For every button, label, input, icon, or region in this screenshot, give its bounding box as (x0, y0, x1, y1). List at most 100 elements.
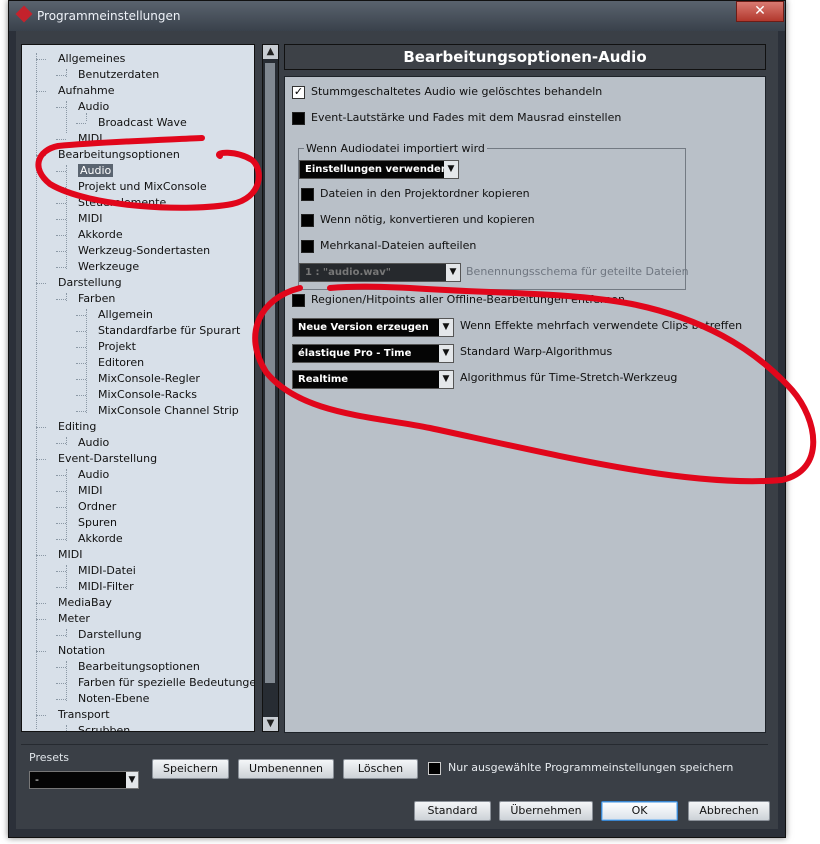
tree-item[interactable]: Farben (78, 291, 115, 307)
scroll-down-icon[interactable]: ▼ (263, 717, 278, 731)
tree-item[interactable]: Akkorde (78, 531, 123, 547)
tree-item-label: Audio (78, 436, 110, 449)
tree-item-label: Werkzeuge (78, 260, 140, 273)
tree-item-label: MediaBay (58, 596, 112, 609)
save-preset-button[interactable]: Speichern (152, 759, 229, 779)
tree-item-label: MIDI-Datei (78, 564, 136, 577)
timestretch-algorithm-label: Algorithmus für Time-Stretch-Werkzeug (460, 371, 678, 384)
tree-item[interactable]: MIDI-Datei (78, 563, 136, 579)
tree-item[interactable]: Allgemeines (58, 51, 125, 67)
tree-item-label: Bearbeitungsoptionen (78, 660, 200, 673)
copy-to-project-checkbox[interactable] (301, 188, 314, 201)
tree-item[interactable]: MixConsole Channel Strip (98, 403, 239, 419)
tree-item[interactable]: Audio (78, 163, 114, 179)
tree-item-label: Darstellung (78, 628, 142, 641)
tree-item[interactable]: Werkzeug-Sondertasten (78, 243, 210, 259)
tree-item-label: Bearbeitungsoptionen (58, 148, 180, 161)
tree-item[interactable]: Editing (58, 419, 96, 435)
tree-item-label: Werkzeug-Sondertasten (78, 244, 211, 257)
chevron-down-icon: ▼ (126, 772, 138, 788)
import-mode-select[interactable]: Einstellungen verwenden ▼ (299, 160, 459, 179)
tree-item[interactable]: Audio (78, 99, 109, 115)
mute-as-deleted-checkbox[interactable]: ✓ (292, 86, 305, 99)
remove-hitpoints-checkbox[interactable] (292, 294, 305, 307)
tree-item[interactable]: Werkzeuge (78, 259, 139, 275)
convert-copy-label: Wenn nötig, konvertieren und kopieren (320, 213, 535, 226)
cubase-logo-icon (15, 5, 33, 23)
tree-item[interactable]: Benutzerdaten (78, 67, 159, 83)
tree-item[interactable]: Bearbeitungsoptionen (78, 659, 200, 675)
scroll-up-icon[interactable]: ▲ (263, 45, 278, 59)
presets-select[interactable]: - ▼ (29, 771, 139, 789)
only-selected-checkbox[interactable] (428, 762, 441, 775)
tree-item-label: Notation (58, 644, 106, 657)
tree-item[interactable]: Notation (58, 643, 105, 659)
tree-item[interactable]: Allgemein (98, 307, 153, 323)
timestretch-algorithm-select[interactable]: Realtime ▼ (292, 370, 454, 389)
apply-button[interactable]: Übernehmen (499, 801, 593, 821)
tree-item[interactable]: Ordner (78, 499, 116, 515)
rename-preset-button[interactable]: Umbenennen (238, 759, 334, 779)
tree-item-label: Noten-Ebene (78, 692, 150, 705)
tree-item[interactable]: Audio (78, 435, 109, 451)
mousewheel-volume-checkbox[interactable] (292, 112, 305, 125)
tree-item[interactable]: Steuerelemente (78, 195, 166, 211)
cancel-button[interactable]: Abbrechen (688, 801, 770, 821)
tree-item[interactable]: MixConsole-Regler (98, 371, 200, 387)
standard-button[interactable]: Standard (414, 801, 491, 821)
warp-algorithm-select[interactable]: élastique Pro - Time ▼ (292, 344, 454, 363)
tree-item-label: Akkorde (78, 228, 123, 241)
bottom-separator (21, 744, 768, 745)
tree-item-label: Meter (58, 612, 90, 625)
tree-item[interactable]: Event-Darstellung (58, 451, 157, 467)
tree-item[interactable]: Projekt (98, 339, 136, 355)
tree-item[interactable]: Spuren (78, 515, 117, 531)
tree-item[interactable]: MIDI (78, 131, 102, 147)
tree-item[interactable]: Darstellung (58, 275, 122, 291)
tree-item[interactable]: Broadcast Wave (98, 115, 187, 131)
chevron-down-icon: ▼ (446, 264, 460, 281)
window-title: Programmeinstellungen (37, 9, 181, 23)
tree-item[interactable]: Scrubben (78, 723, 130, 731)
tree-item-label: Transport (58, 708, 110, 721)
only-selected-label: Nur ausgewählte Programmeinstellungen sp… (448, 761, 734, 774)
tree-item[interactable]: Audio (78, 467, 109, 483)
tree-item[interactable]: MIDI (78, 211, 102, 227)
tree-item[interactable]: Akkorde (78, 227, 123, 243)
tree-item[interactable]: MixConsole-Racks (98, 387, 197, 403)
tree-item[interactable]: Darstellung (78, 627, 142, 643)
tree-item-label: Allgemein (98, 308, 153, 321)
tree-item-label: Farben für spezielle Bedeutungen (78, 676, 255, 689)
tree-item[interactable]: Standardfarbe für Spurart (98, 323, 240, 339)
tree-item[interactable]: Farben für spezielle Bedeutungen (78, 675, 255, 691)
tree-item[interactable]: Noten-Ebene (78, 691, 149, 707)
ok-button[interactable]: OK (601, 801, 678, 821)
split-multichannel-checkbox[interactable] (301, 240, 314, 253)
tree-item[interactable]: Editoren (98, 355, 144, 371)
tree-item[interactable]: Aufnahme (58, 83, 115, 99)
tree-item[interactable]: Bearbeitungsoptionen (58, 147, 180, 163)
tree-item-label: Projekt und MixConsole (78, 180, 207, 193)
tree-item[interactable]: Projekt und MixConsole (78, 179, 207, 195)
title-bar: Programmeinstellungen ✕ (9, 1, 785, 31)
tree-scrollbar[interactable]: ▲ ▼ (262, 44, 279, 732)
tree-item[interactable]: MediaBay (58, 595, 112, 611)
tree-item-label: MIDI (58, 548, 83, 561)
tree-item-label: MIDI (78, 212, 103, 225)
delete-preset-button[interactable]: Löschen (343, 759, 418, 779)
convert-copy-checkbox[interactable] (301, 214, 314, 227)
tree-item[interactable]: MIDI-Filter (78, 579, 134, 595)
tree-item[interactable]: MIDI (78, 483, 102, 499)
tree-item-label: MIDI-Filter (78, 580, 134, 593)
shared-clips-label: Wenn Effekte mehrfach verwendete Clips b… (460, 319, 743, 332)
tree-item-label: Event-Darstellung (58, 452, 158, 465)
tree-item[interactable]: MIDI (58, 547, 82, 563)
tree-item[interactable]: Meter (58, 611, 90, 627)
split-multichannel-label: Mehrkanal-Dateien aufteilen (320, 239, 477, 252)
close-button[interactable]: ✕ (736, 1, 784, 22)
tree-item[interactable]: Transport (58, 707, 110, 723)
settings-tree: Allgemeines Benutzerdaten Aufnahme Audio Bro… (21, 44, 255, 732)
scroll-thumb[interactable] (265, 63, 275, 683)
tree-item-label: MixConsole Channel Strip (98, 404, 239, 417)
shared-clips-select[interactable]: Neue Version erzeugen ▼ (292, 318, 454, 337)
